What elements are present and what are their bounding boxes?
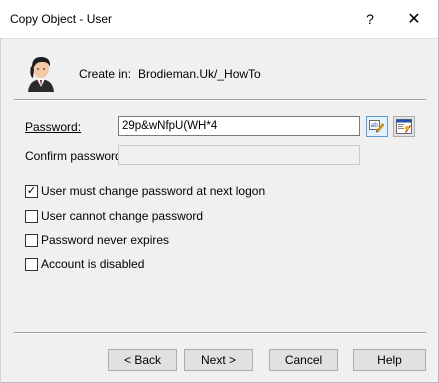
account-disabled-option[interactable]: Account is disabled xyxy=(25,257,144,271)
cancel-button[interactable]: Cancel xyxy=(269,349,338,371)
help-icon[interactable]: ? xyxy=(356,6,384,32)
confirm-password-input[interactable] xyxy=(118,145,360,165)
cannot-change-password-checkbox[interactable] xyxy=(25,209,38,223)
window-border xyxy=(0,38,1,383)
account-disabled-checkbox[interactable] xyxy=(25,257,38,271)
svg-text:ab: ab xyxy=(371,122,379,129)
password-properties-button[interactable] xyxy=(393,116,415,137)
back-button[interactable]: < Back xyxy=(108,349,177,371)
account-disabled-label: Account is disabled xyxy=(41,257,145,271)
separator xyxy=(14,99,426,101)
user-icon xyxy=(24,54,58,92)
confirm-password-label: Confirm password: xyxy=(25,149,126,163)
cannot-change-password-option[interactable]: User cannot change password xyxy=(25,209,203,223)
window-title: Copy Object - User xyxy=(10,12,113,26)
must-change-password-label: User must change password at next logon xyxy=(41,184,266,198)
password-label: Password: xyxy=(25,120,82,134)
password-never-expires-checkbox[interactable] xyxy=(25,233,38,247)
cannot-change-password-label: User cannot change password xyxy=(41,209,204,223)
next-button[interactable]: Next > xyxy=(184,349,253,371)
generate-password-icon: ab xyxy=(369,119,385,132)
title-bar: Copy Object - User ? ✕ xyxy=(0,0,438,39)
separator xyxy=(14,332,426,334)
password-never-expires-label: Password never expires xyxy=(41,233,170,247)
must-change-password-checkbox[interactable]: ✓ xyxy=(25,184,38,198)
must-change-password-option[interactable]: ✓ User must change password at next logo… xyxy=(25,184,265,198)
generate-password-button[interactable]: ab xyxy=(366,116,388,137)
create-in-path: Brodieman.Uk/_HowTo xyxy=(138,67,261,81)
password-input[interactable]: 29p&wNfpU(WH*4 xyxy=(118,116,360,136)
help-button[interactable]: Help xyxy=(353,349,426,371)
close-icon[interactable]: ✕ xyxy=(400,6,428,32)
password-never-expires-option[interactable]: Password never expires xyxy=(25,233,169,247)
create-in-label: Create in: xyxy=(79,67,132,81)
password-properties-icon xyxy=(396,119,412,134)
